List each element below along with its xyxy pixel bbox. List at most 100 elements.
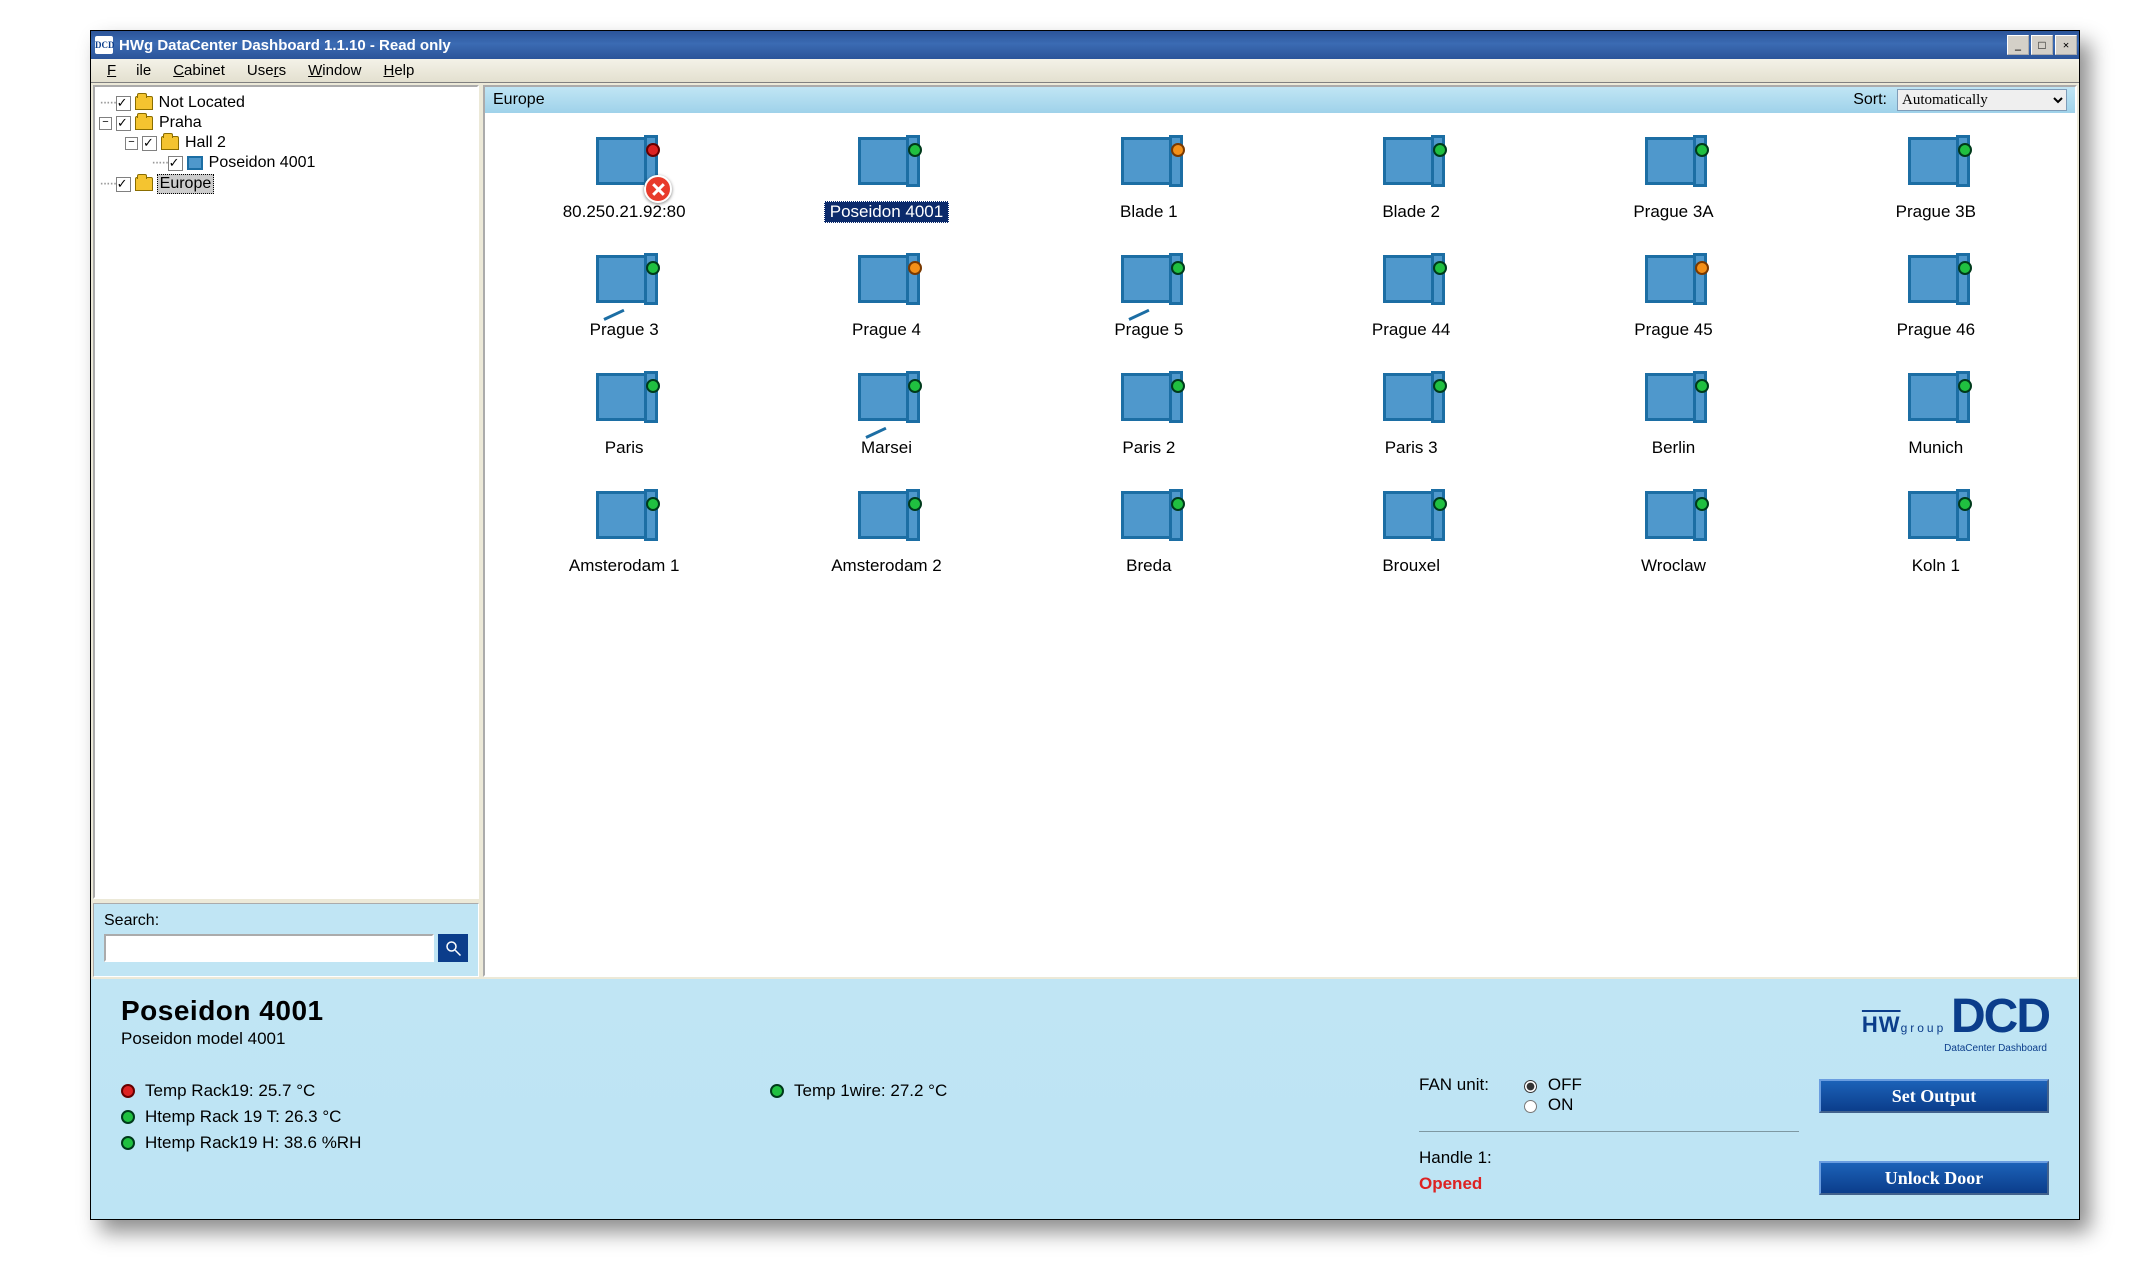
tree-node-europe[interactable]: ····· Europe <box>99 173 473 195</box>
menu-file[interactable]: File <box>97 60 161 81</box>
cabinet-item[interactable]: Prague 3A <box>1627 133 1719 223</box>
close-button[interactable]: × <box>2055 35 2077 55</box>
status-dot-green <box>770 1084 784 1098</box>
cabinet-icon <box>187 156 203 170</box>
cabinet-item[interactable]: Brouxel <box>1376 487 1446 577</box>
tree-node-praha[interactable]: − Praha <box>99 113 473 133</box>
checkbox-icon[interactable] <box>116 96 131 111</box>
status-led-green <box>1958 379 1972 393</box>
set-output-button[interactable]: Set Output <box>1819 1079 2049 1113</box>
cabinet-item[interactable]: Paris 2 <box>1116 369 1181 459</box>
tree-node-not-located[interactable]: ····· Not Located <box>99 93 473 113</box>
window-title: HWg DataCenter Dashboard 1.1.10 - Read o… <box>119 37 451 54</box>
cabinet-icon <box>1379 487 1443 547</box>
location-path: Europe <box>493 91 545 109</box>
cabinet-icon <box>854 133 918 193</box>
cabinet-item[interactable]: Munich <box>1902 369 1969 459</box>
search-panel: Search: <box>93 903 479 977</box>
cabinet-item[interactable]: Paris <box>592 369 656 459</box>
cabinet-item[interactable]: 80.250.21.92:80 <box>557 133 692 223</box>
cabinet-icon <box>854 369 918 429</box>
fan-off-radio[interactable]: OFF <box>1519 1075 1582 1095</box>
cabinet-item[interactable]: Prague 46 <box>1891 251 1981 341</box>
checkbox-icon[interactable] <box>116 177 131 192</box>
cabinet-item[interactable]: Prague 45 <box>1628 251 1718 341</box>
search-label: Search: <box>104 912 468 930</box>
status-led-orange <box>1171 143 1185 157</box>
cabinet-icon <box>1904 487 1968 547</box>
checkbox-icon[interactable] <box>116 116 131 131</box>
handle-label: Handle 1: <box>1419 1148 1799 1168</box>
cabinet-label: Amsterodam 2 <box>825 555 948 577</box>
unlock-door-button[interactable]: Unlock Door <box>1819 1161 2049 1195</box>
cabinet-label: Wroclaw <box>1635 555 1712 577</box>
cabinet-item[interactable]: Blade 1 <box>1114 133 1184 223</box>
search-input[interactable] <box>104 934 434 962</box>
cabinet-label: Paris <box>599 437 650 459</box>
cabinet-icon <box>1904 251 1968 311</box>
fan-on-radio[interactable]: ON <box>1519 1095 1582 1115</box>
cabinet-label: Koln 1 <box>1906 555 1966 577</box>
cabinet-icon <box>592 133 656 193</box>
error-icon <box>644 175 672 203</box>
cabinet-label: Prague 46 <box>1891 319 1981 341</box>
maximize-button[interactable]: □ <box>2031 35 2053 55</box>
fan-label: FAN unit: <box>1419 1075 1489 1095</box>
cabinet-icon <box>1379 133 1443 193</box>
cabinet-item[interactable]: Prague 44 <box>1366 251 1456 341</box>
cabinet-item[interactable]: Koln 1 <box>1904 487 1968 577</box>
tree-panel[interactable]: ····· Not Located − Praha − Hall 2 ··· <box>93 85 479 899</box>
cabinet-item[interactable]: Marsei <box>854 369 918 459</box>
brand-logo: HWgroup DCD DataCenter Dashboard <box>1862 989 2049 1044</box>
cabinet-icon <box>1904 133 1968 193</box>
collapse-icon[interactable]: − <box>99 117 112 130</box>
status-led-green <box>1958 143 1972 157</box>
cabinet-label: Blade 2 <box>1376 201 1446 223</box>
cabinet-item[interactable]: Breda <box>1117 487 1181 577</box>
cabinet-item[interactable]: Amsterodam 2 <box>825 487 948 577</box>
cabinet-item[interactable]: Prague 5 <box>1108 251 1189 341</box>
cabinet-label: Prague 3A <box>1627 201 1719 223</box>
checkbox-icon[interactable] <box>168 156 183 171</box>
cabinet-label: Blade 1 <box>1114 201 1184 223</box>
cabinet-item[interactable]: Amsterodam 1 <box>563 487 686 577</box>
cabinet-label: Prague 44 <box>1366 319 1456 341</box>
checkbox-icon[interactable] <box>142 136 157 151</box>
collapse-icon[interactable]: − <box>125 137 138 150</box>
cabinet-item[interactable]: Prague 3B <box>1890 133 1982 223</box>
sort-label: Sort: <box>1853 91 1887 109</box>
cabinet-label: Marsei <box>855 437 918 459</box>
tree-node-poseidon[interactable]: ····· Poseidon 4001 <box>99 153 473 173</box>
status-led-green <box>1171 497 1185 511</box>
menu-help[interactable]: Help <box>373 60 424 81</box>
cabinet-label: Prague 45 <box>1628 319 1718 341</box>
folder-icon <box>135 177 153 191</box>
cabinet-item[interactable]: Berlin <box>1641 369 1705 459</box>
search-button[interactable] <box>438 934 468 962</box>
sensor-temp-1wire: Temp 1wire: 27.2 °C <box>770 1081 1399 1101</box>
cabinet-icon <box>1117 369 1181 429</box>
menu-users[interactable]: Users <box>237 60 296 81</box>
cabinet-item[interactable]: Prague 3 <box>584 251 665 341</box>
status-led-green <box>1958 261 1972 275</box>
app-window: DCD HWg DataCenter Dashboard 1.1.10 - Re… <box>90 30 2080 1220</box>
location-bar: Europe Sort: Automatically <box>485 87 2075 113</box>
cabinet-item[interactable]: Prague 4 <box>846 251 927 341</box>
cabinet-item[interactable]: Wroclaw <box>1635 487 1712 577</box>
sensor-col-1: Temp Rack19: 25.7 °C Htemp Rack 19 T: 26… <box>121 1075 750 1199</box>
tree-node-hall2[interactable]: − Hall 2 <box>99 133 473 153</box>
titlebar[interactable]: DCD HWg DataCenter Dashboard 1.1.10 - Re… <box>91 31 2079 59</box>
minimize-button[interactable]: _ <box>2007 35 2029 55</box>
cabinet-label: Amsterodam 1 <box>563 555 686 577</box>
menu-cabinet[interactable]: Cabinet <box>163 60 235 81</box>
menu-window[interactable]: Window <box>298 60 371 81</box>
cabinet-icon <box>1379 369 1443 429</box>
cabinet-icon <box>854 487 918 547</box>
cabinet-icon <box>1641 133 1705 193</box>
control-button-col: Set Output Unlock Door <box>1819 1075 2049 1199</box>
cabinet-item[interactable]: Poseidon 4001 <box>824 133 949 223</box>
cabinet-item[interactable]: Blade 2 <box>1376 133 1446 223</box>
sort-select[interactable]: Automatically <box>1897 89 2067 111</box>
cabinet-label: Brouxel <box>1376 555 1446 577</box>
cabinet-item[interactable]: Paris 3 <box>1379 369 1444 459</box>
